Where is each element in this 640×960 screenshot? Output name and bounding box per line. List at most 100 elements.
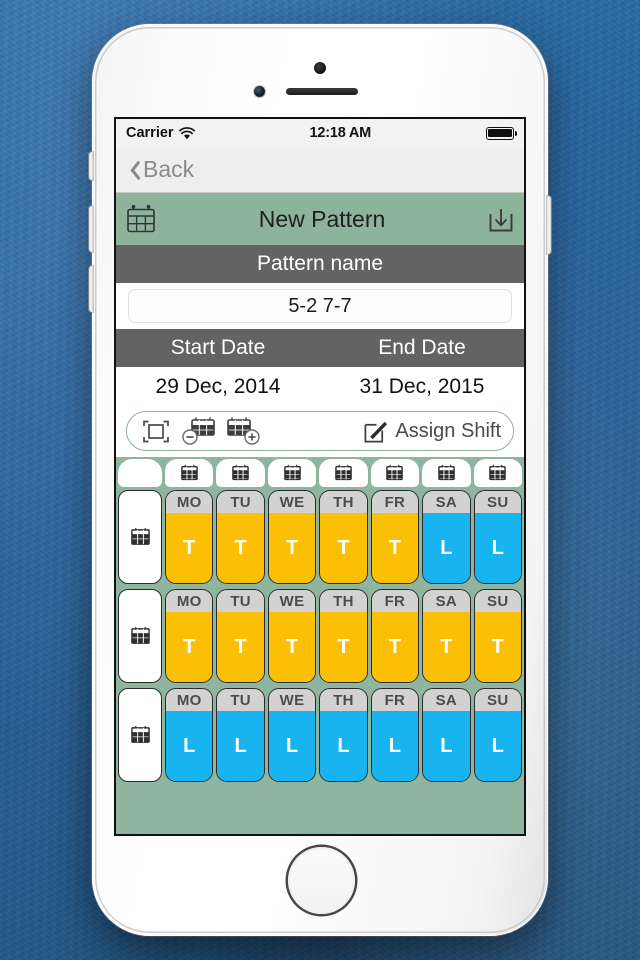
row-header-week-3[interactable] (118, 688, 162, 782)
day-label: SA (423, 491, 470, 513)
day-cell-fr-week-3[interactable]: FR L (370, 688, 420, 782)
day-label: TH (320, 689, 367, 711)
day-cell-sa-week-3[interactable]: SA L (422, 688, 471, 782)
shift-code: T (217, 612, 264, 682)
day-label: FR (371, 689, 419, 711)
status-bar: Carrier 12:18 AM (116, 119, 524, 147)
column-header-fr[interactable] (370, 459, 420, 487)
calendar-icon[interactable] (126, 205, 156, 233)
row-header-week-1[interactable] (118, 490, 162, 584)
day-label: FR (371, 590, 419, 612)
calendar-row-icon (130, 725, 151, 745)
shift-code: L (423, 711, 470, 781)
toolbar-container: Assign Shift (116, 407, 524, 457)
day-label: WE (268, 491, 316, 513)
day-cell-mo-week-3[interactable]: MO L (165, 688, 214, 782)
edit-pencil-icon (363, 419, 388, 444)
start-date-label: Start Date (170, 336, 266, 359)
end-date-value[interactable]: 31 Dec, 2015 (320, 375, 524, 399)
back-button-label: Back (143, 156, 195, 182)
day-label: WE (268, 590, 316, 612)
grid-column-headers (116, 457, 524, 487)
status-bar-left: Carrier (126, 125, 195, 141)
day-cell-su-week-3[interactable]: SU L (473, 688, 522, 782)
navigation-bar: Back (116, 147, 524, 193)
day-cell-mo-week-1[interactable]: MO T (165, 490, 214, 584)
chevron-left-icon (126, 159, 139, 180)
shift-code: L (217, 711, 264, 781)
column-header-th[interactable] (319, 459, 368, 487)
day-cell-sa-week-1[interactable]: SA L (422, 490, 471, 584)
day-cell-mo-week-2[interactable]: MO T (165, 589, 214, 683)
shift-code: L (474, 513, 521, 583)
row-header-week-2[interactable] (118, 589, 162, 683)
column-header-mo[interactable] (165, 459, 214, 487)
start-date-value[interactable]: 29 Dec, 2014 (116, 375, 320, 399)
assign-shift-label: Assign Shift (395, 419, 501, 442)
calendar-plus-icon[interactable] (223, 416, 265, 446)
calendar-row-icon (130, 527, 151, 547)
day-label: TU (217, 590, 264, 612)
day-cell-th-week-3[interactable]: TH L (319, 688, 368, 782)
day-cell-th-week-2[interactable]: TH T (319, 589, 368, 683)
pattern-name-input[interactable] (128, 289, 512, 323)
pattern-name-label: Pattern name (256, 252, 384, 275)
week-row-2: MO T TU T WE T TH T FR T SA T SU T (116, 589, 524, 685)
home-button[interactable] (288, 847, 355, 914)
shift-code: T (474, 612, 521, 682)
day-label: SU (474, 590, 521, 612)
proximity-sensor (314, 62, 326, 74)
back-button[interactable]: Back (126, 156, 194, 183)
day-cell-we-week-1[interactable]: WE T (267, 490, 317, 584)
day-label: SA (423, 689, 470, 711)
day-label: WE (268, 689, 316, 711)
day-cell-tu-week-2[interactable]: TU T (216, 589, 265, 683)
day-label: SU (474, 689, 521, 711)
day-label: SA (423, 590, 470, 612)
select-all-icon[interactable] (139, 417, 173, 445)
shift-code: T (166, 612, 213, 682)
shift-code: L (423, 513, 470, 583)
column-header-tu[interactable] (216, 459, 265, 487)
day-label: MO (166, 590, 213, 612)
shift-code: T (371, 513, 419, 583)
page-title: New Pattern (258, 205, 386, 232)
grid-corner-cell (118, 459, 162, 487)
day-cell-fr-week-2[interactable]: FR T (370, 589, 420, 683)
status-bar-right (486, 126, 517, 140)
day-cell-su-week-1[interactable]: SU L (473, 490, 522, 584)
calendar-minus-icon[interactable] (177, 416, 219, 446)
shift-code: T (217, 513, 264, 583)
day-cell-tu-week-3[interactable]: TU L (216, 688, 265, 782)
day-label: FR (371, 491, 419, 513)
save-download-icon[interactable] (488, 205, 514, 233)
power-button[interactable] (547, 196, 551, 254)
status-bar-time: 12:18 AM (309, 125, 372, 141)
shift-code: T (320, 513, 367, 583)
column-header-we[interactable] (267, 459, 317, 487)
week-row-3: MO L TU L WE L TH L FR L SA L SU L (116, 688, 524, 784)
day-cell-fr-week-1[interactable]: FR T (370, 490, 420, 584)
volume-up-button[interactable] (89, 206, 93, 252)
day-label: TU (217, 689, 264, 711)
volume-down-button[interactable] (89, 266, 93, 312)
column-header-su[interactable] (473, 459, 522, 487)
day-cell-we-week-2[interactable]: WE T (267, 589, 317, 683)
shift-code: T (268, 612, 316, 682)
pattern-name-row (116, 283, 524, 329)
end-date-label: End Date (378, 336, 466, 359)
shift-code: T (423, 612, 470, 682)
shift-code: T (371, 612, 419, 682)
day-cell-su-week-2[interactable]: SU T (473, 589, 522, 683)
day-cell-we-week-3[interactable]: WE L (267, 688, 317, 782)
day-cell-sa-week-2[interactable]: SA T (422, 589, 471, 683)
day-label: MO (166, 491, 213, 513)
column-header-sa[interactable] (422, 459, 471, 487)
day-cell-tu-week-1[interactable]: TU T (216, 490, 265, 584)
shift-code: L (268, 711, 316, 781)
assign-shift-button[interactable]: Assign Shift (363, 419, 501, 444)
silent-switch[interactable] (89, 152, 93, 180)
shift-code: L (474, 711, 521, 781)
day-cell-th-week-1[interactable]: TH T (319, 490, 368, 584)
shift-code: T (268, 513, 316, 583)
